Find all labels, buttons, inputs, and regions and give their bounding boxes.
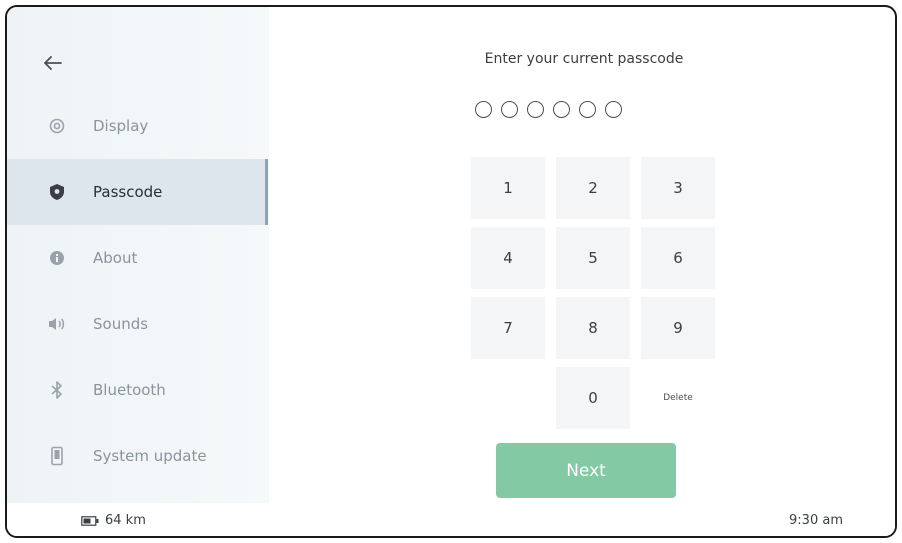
settings-sidebar: Display Passcode About Sounds Bluetooth …	[7, 7, 269, 503]
passcode-dot	[527, 101, 544, 118]
sidebar-item-system-update[interactable]: System update	[7, 423, 269, 489]
next-button[interactable]: Next	[496, 443, 676, 498]
passcode-dots	[475, 101, 622, 118]
range-text: 64 km	[105, 513, 146, 528]
keypad-key-2[interactable]: 2	[556, 157, 630, 219]
passcode-panel: Enter your current passcode 1 2 3 4 5 6 …	[269, 7, 895, 503]
sidebar-item-bluetooth[interactable]: Bluetooth	[7, 357, 269, 423]
sidebar-item-about[interactable]: About	[7, 225, 269, 291]
passcode-dot	[475, 101, 492, 118]
passcode-dot	[605, 101, 622, 118]
sidebar-item-label: Passcode	[93, 183, 163, 201]
sidebar-item-label: About	[93, 249, 138, 267]
settings-icon	[47, 116, 67, 136]
sidebar-item-passcode[interactable]: Passcode	[7, 159, 268, 225]
page-title: Enter your current passcode	[484, 51, 684, 67]
keypad-key-4[interactable]: 4	[471, 227, 545, 289]
status-bar: 64 km 9:30 am	[7, 503, 895, 536]
keypad-key-3[interactable]: 3	[641, 157, 715, 219]
keypad-key-5[interactable]: 5	[556, 227, 630, 289]
back-button[interactable]	[39, 49, 67, 77]
app-window: Display Passcode About Sounds Bluetooth …	[5, 5, 897, 538]
speaker-icon	[47, 314, 67, 334]
arrow-left-icon	[44, 56, 62, 70]
range-indicator: 64 km	[81, 513, 146, 528]
sidebar-item-label: Bluetooth	[93, 381, 166, 399]
phone-icon	[47, 446, 67, 466]
keypad-key-9[interactable]: 9	[641, 297, 715, 359]
info-icon	[47, 248, 67, 268]
sidebar-item-sounds[interactable]: Sounds	[7, 291, 269, 357]
shield-icon	[47, 182, 67, 202]
keypad-key-6[interactable]: 6	[641, 227, 715, 289]
bluetooth-icon	[47, 380, 67, 400]
delete-button[interactable]: Delete	[641, 367, 715, 429]
passcode-dot	[553, 101, 570, 118]
sidebar-item-label: Display	[93, 117, 149, 135]
clock: 9:30 am	[789, 513, 843, 528]
keypad-key-7[interactable]: 7	[471, 297, 545, 359]
sidebar-item-label: Sounds	[93, 315, 149, 333]
sidebar-item-label: System update	[93, 447, 207, 465]
passcode-dot	[501, 101, 518, 118]
sidebar-item-display[interactable]: Display	[7, 93, 269, 159]
keypad-key-8[interactable]: 8	[556, 297, 630, 359]
battery-icon	[81, 515, 99, 526]
keypad-key-1[interactable]: 1	[471, 157, 545, 219]
keypad-key-0[interactable]: 0	[556, 367, 630, 429]
passcode-dot	[579, 101, 596, 118]
